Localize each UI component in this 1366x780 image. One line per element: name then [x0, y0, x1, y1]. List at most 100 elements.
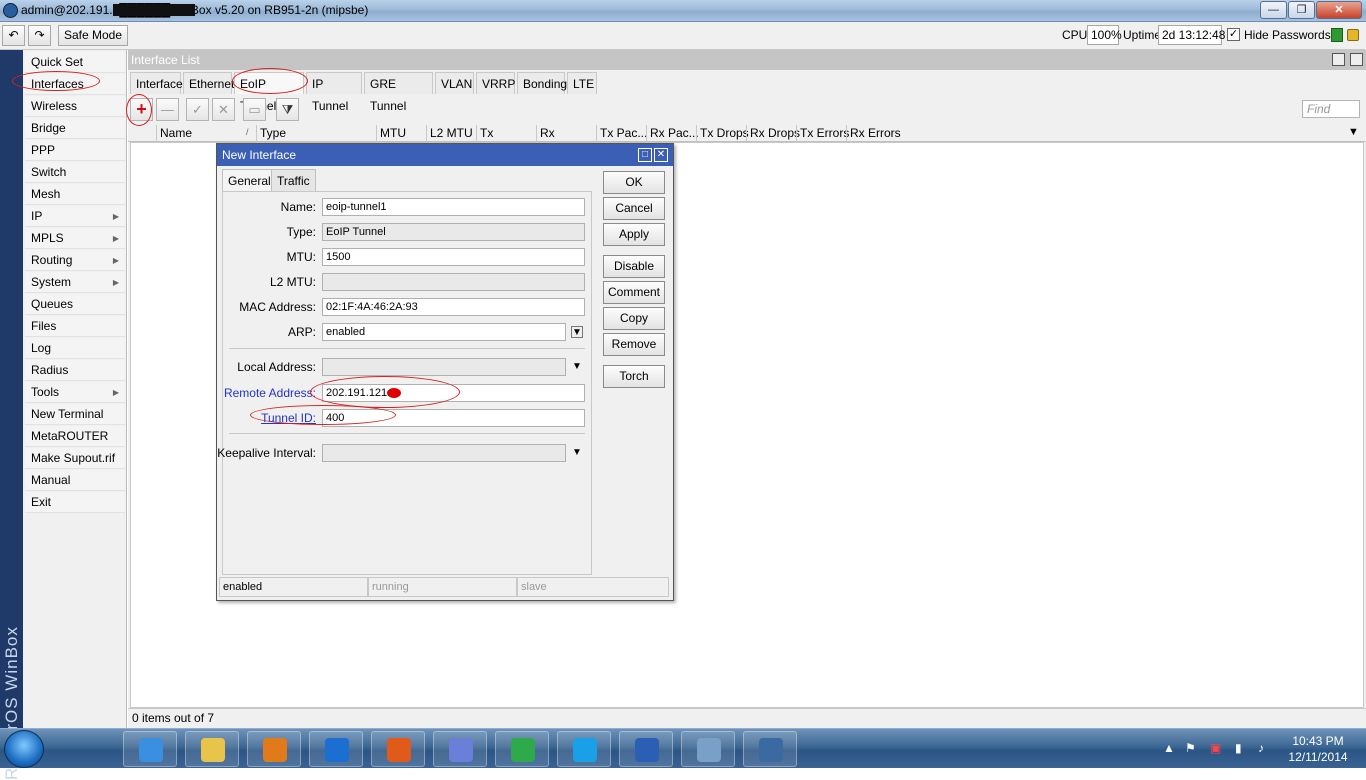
taskbar-app-firefox[interactable] [371, 731, 425, 767]
column-header-l2-mtu[interactable]: L2 MTU [426, 125, 476, 142]
menu-item-quick-set[interactable]: Quick Set [25, 52, 125, 73]
window-titlebar[interactable]: admin@202.191.1██████WinBox v5.20 on RB9… [0, 0, 1366, 22]
menu-item-new-terminal[interactable]: New Terminal [25, 404, 125, 425]
close-button[interactable]: ✕ [1316, 1, 1362, 19]
column-header-rx-pac[interactable]: Rx Pac... [646, 125, 699, 142]
taskbar-app-globe[interactable] [433, 731, 487, 767]
column-header-type[interactable]: Type [256, 125, 376, 142]
menu-item-label: Files [31, 319, 57, 333]
menu-item-make-supout-rif[interactable]: Make Supout.rif [25, 448, 125, 469]
menu-item-ip[interactable]: IP ▶ [25, 206, 125, 227]
remove-button[interactable]: Remove [603, 333, 665, 356]
taskbar-app-word[interactable] [619, 731, 673, 767]
apply-button[interactable]: Apply [603, 223, 665, 246]
restore-panel-button[interactable] [1332, 53, 1345, 66]
mac-address-field[interactable]: 02:1F:4A:46:2A:93 [322, 298, 585, 316]
disable-button[interactable]: ✕ [212, 98, 235, 121]
taskbar-app-file-explorer[interactable] [185, 731, 239, 767]
signal-icon[interactable]: ▮ [1235, 741, 1242, 755]
tab-ip-tunnel[interactable]: IP Tunnel [306, 72, 362, 113]
taskbar-app-control-panel[interactable] [681, 731, 735, 767]
dialog-restore-button[interactable]: □ [638, 148, 652, 162]
mtu-field[interactable]: 1500 [322, 248, 585, 266]
menu-item-manual[interactable]: Manual [25, 470, 125, 491]
taskbar-app-chrome[interactable] [495, 731, 549, 767]
menu-item-system[interactable]: System ▶ [25, 272, 125, 293]
taskbar: ▲ ⚑ ▣ ▮ ♪ 10:43 PM 12/11/2014 [0, 728, 1366, 768]
dialog-title[interactable]: New Interface [217, 144, 673, 166]
taskbar-app-remote-desktop[interactable] [309, 731, 363, 767]
keepalive-field[interactable] [322, 444, 566, 462]
tab-gre-tunnel[interactable]: GRE Tunnel [364, 72, 433, 113]
safe-mode-button[interactable]: Safe Mode [58, 25, 128, 46]
menu-item-tools[interactable]: Tools ▶ [25, 382, 125, 403]
menu-item-bridge[interactable]: Bridge [25, 118, 125, 139]
menu-item-switch[interactable]: Switch [25, 162, 125, 183]
column-header-tx-errors[interactable]: Tx Errors [796, 125, 849, 142]
tab-general[interactable]: General [222, 169, 277, 191]
tab-lte[interactable]: LTE [567, 72, 597, 94]
find-input[interactable]: Find [1302, 100, 1360, 118]
comment-button[interactable]: Comment [603, 281, 665, 304]
tab-traffic[interactable]: Traffic [271, 169, 316, 191]
local-address-dropdown-icon[interactable]: ▼ [571, 361, 583, 373]
tab-interface[interactable]: Interface [130, 72, 183, 94]
menu-item-exit[interactable]: Exit [25, 492, 125, 513]
minimize-button[interactable]: — [1260, 1, 1287, 19]
ok-button[interactable]: OK [603, 171, 665, 194]
menu-item-log[interactable]: Log [25, 338, 125, 359]
network-warning-icon[interactable]: ▣ [1210, 741, 1221, 755]
menu-item-radius[interactable]: Radius [25, 360, 125, 381]
column-header-tx-pac[interactable]: Tx Pac... [596, 125, 647, 142]
keepalive-dropdown-icon[interactable]: ▼ [571, 447, 583, 459]
remove-button[interactable]: — [156, 98, 179, 121]
tab-bonding[interactable]: Bonding [517, 72, 567, 94]
dialog-close-button[interactable]: ✕ [654, 148, 668, 162]
l2mtu-label: L2 MTU: [269, 275, 316, 289]
taskbar-app-media-player[interactable] [247, 731, 301, 767]
redo-button[interactable]: ↷ [28, 25, 51, 46]
menu-item-wireless[interactable]: Wireless [25, 96, 125, 117]
arp-select[interactable]: enabled [322, 323, 566, 341]
menu-item-mesh[interactable]: Mesh [25, 184, 125, 205]
show-hidden-icons[interactable]: ▲ [1163, 741, 1175, 755]
volume-icon[interactable]: ♪ [1258, 741, 1264, 755]
undo-button[interactable]: ↶ [2, 25, 25, 46]
menu-item-mpls[interactable]: MPLS ▶ [25, 228, 125, 249]
enable-button[interactable]: ✓ [186, 98, 209, 121]
comment-button[interactable]: ▭ [243, 98, 266, 121]
copy-button[interactable]: Copy [603, 307, 665, 330]
panel-scrollbar[interactable] [1356, 50, 1366, 728]
menu-item-files[interactable]: Files [25, 316, 125, 337]
taskbar-app-internet-explorer[interactable] [123, 731, 177, 767]
menu-item-queues[interactable]: Queues [25, 294, 125, 315]
cancel-button[interactable]: Cancel [603, 197, 665, 220]
column-header-name[interactable]: Name [156, 125, 256, 142]
arp-dropdown-icon[interactable]: ▼ [571, 326, 583, 338]
menu-item-metarouter[interactable]: MetaROUTER [25, 426, 125, 447]
hide-passwords-checkbox[interactable]: ✓ [1227, 28, 1240, 41]
flag-icon[interactable]: ⚑ [1185, 741, 1196, 755]
menu-item-ppp[interactable]: PPP [25, 140, 125, 161]
local-address-field[interactable] [322, 358, 566, 376]
name-label: Name: [280, 200, 316, 214]
torch-button[interactable]: Torch [603, 365, 665, 388]
disable-button[interactable]: Disable [603, 255, 665, 278]
column-header-tx-drops[interactable]: Tx Drops [696, 125, 749, 142]
tab-vlan[interactable]: VLAN [435, 72, 474, 94]
column-header-mtu[interactable]: MTU [376, 125, 426, 142]
filter-button[interactable]: ⧩ [276, 98, 299, 121]
column-header-rx[interactable]: Rx [536, 125, 596, 142]
taskbar-app-winbox[interactable] [743, 731, 797, 767]
clock[interactable]: 10:43 PM 12/11/2014 [1280, 733, 1356, 765]
start-button[interactable] [4, 730, 44, 768]
column-header-tx[interactable]: Tx [476, 125, 536, 142]
taskbar-app-skype[interactable] [557, 731, 611, 767]
tab-ethernet[interactable]: Ethernet [183, 72, 234, 94]
column-header-rx-drops[interactable]: Rx Drops [746, 125, 800, 142]
menu-item-routing[interactable]: Routing ▶ [25, 250, 125, 271]
maximize-button[interactable]: ❐ [1288, 1, 1315, 19]
tab-vrrp[interactable]: VRRP [476, 72, 515, 94]
name-field[interactable]: eoip-tunnel1 [322, 198, 585, 216]
column-header-rx-errors[interactable]: Rx Errors [846, 125, 901, 142]
